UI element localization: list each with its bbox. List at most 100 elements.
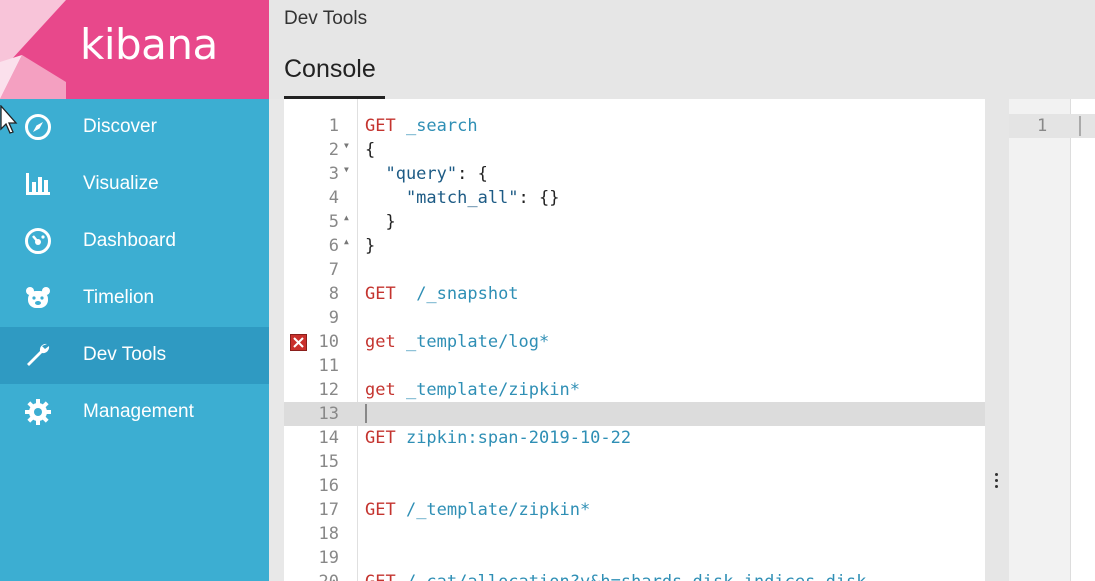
gear-icon bbox=[25, 399, 51, 425]
line-number: 18 bbox=[318, 524, 339, 544]
editor-line[interactable]: 15 bbox=[284, 450, 985, 474]
editor-line[interactable]: 19 bbox=[284, 546, 985, 570]
http-method: get bbox=[365, 332, 396, 352]
line-number: 11 bbox=[318, 356, 339, 376]
http-method: GET bbox=[365, 116, 396, 136]
kibana-logo-mark bbox=[0, 0, 66, 99]
line-number: 1 bbox=[328, 116, 339, 136]
editor-line[interactable]: 12 get _template/zipkin* bbox=[284, 378, 985, 402]
http-method: GET bbox=[365, 428, 396, 448]
editor-line[interactable]: 10 get _template/log* bbox=[284, 330, 985, 354]
sidebar-item-visualize[interactable]: Visualize bbox=[0, 156, 269, 213]
json-key: "query" bbox=[365, 164, 458, 184]
sidebar-nav: Discover Visualize Dashboard Timelion De… bbox=[0, 99, 269, 441]
code-text: : {} bbox=[518, 188, 560, 208]
kibana-logo[interactable]: kibana bbox=[0, 0, 269, 99]
editor-line[interactable]: 1 GET _search bbox=[284, 114, 985, 138]
request-path: _template/zipkin* bbox=[395, 380, 580, 400]
editor-line[interactable]: 9 bbox=[284, 306, 985, 330]
line-number: 5 bbox=[328, 212, 339, 232]
editor-line[interactable]: 6 ▲ } bbox=[284, 234, 985, 258]
output-line-current: 1 bbox=[1009, 114, 1095, 138]
wrench-icon bbox=[27, 343, 50, 366]
compass-icon bbox=[25, 114, 51, 140]
editor-line[interactable]: 18 bbox=[284, 522, 985, 546]
drag-dots-icon bbox=[995, 473, 999, 491]
editor-line[interactable]: 8 GET /_snapshot bbox=[284, 282, 985, 306]
http-method: GET bbox=[365, 572, 396, 581]
fold-toggle-icon[interactable]: ▲ bbox=[344, 213, 349, 222]
line-number: 9 bbox=[328, 308, 339, 328]
sidebar-item-dev-tools[interactable]: Dev Tools bbox=[0, 327, 269, 384]
sidebar-item-management[interactable]: Management bbox=[0, 384, 269, 441]
sidebar: kibana Discover Visualize Dashboard Time… bbox=[0, 0, 269, 581]
line-number: 6 bbox=[328, 236, 339, 256]
request-path: /_template/zipkin* bbox=[395, 500, 591, 520]
line-number: 17 bbox=[318, 500, 339, 520]
kibana-wordmark: kibana bbox=[80, 20, 218, 69]
breadcrumb: Dev Tools bbox=[284, 8, 368, 29]
line-number: 12 bbox=[318, 380, 339, 400]
editor-line[interactable]: 20 GET /_cat/allocation?v&h=shards,disk.… bbox=[284, 570, 985, 581]
sidebar-item-label: Dev Tools bbox=[83, 344, 167, 365]
sidebar-item-discover[interactable]: Discover bbox=[0, 99, 269, 156]
fold-toggle-icon[interactable]: ▼ bbox=[344, 165, 349, 174]
request-path: _template/log* bbox=[395, 332, 550, 352]
code-text: : { bbox=[457, 164, 488, 184]
page-header: Dev Tools Console bbox=[269, 0, 1095, 99]
pane-resize-handle[interactable] bbox=[985, 99, 1009, 581]
text-cursor bbox=[365, 404, 367, 423]
editor-line[interactable]: 4 "match_all": {} bbox=[284, 186, 985, 210]
timelion-bear-icon bbox=[26, 287, 50, 308]
sidebar-item-label: Visualize bbox=[83, 173, 159, 194]
dashboard-gauge-icon bbox=[25, 228, 51, 254]
http-method: get bbox=[365, 380, 396, 400]
fold-toggle-icon[interactable]: ▲ bbox=[344, 237, 349, 246]
text-cursor bbox=[1079, 116, 1081, 136]
editor-line[interactable]: 3 ▼ "query": { bbox=[284, 162, 985, 186]
editor-line[interactable]: 2 ▼ { bbox=[284, 138, 985, 162]
fold-toggle-icon[interactable]: ▼ bbox=[344, 141, 349, 150]
http-method: GET bbox=[365, 284, 396, 304]
code-text: { bbox=[365, 140, 376, 160]
bar-chart-icon bbox=[26, 173, 50, 195]
editor-line-current[interactable]: 13 bbox=[284, 402, 985, 426]
tab-console[interactable]: Console bbox=[284, 55, 376, 84]
editor-line[interactable]: 14 GET zipkin:span-2019-10-22 bbox=[284, 426, 985, 450]
sidebar-item-timelion[interactable]: Timelion bbox=[0, 270, 269, 327]
sidebar-item-label: Dashboard bbox=[83, 230, 176, 251]
editor-line[interactable]: 17 GET /_template/zipkin* bbox=[284, 498, 985, 522]
http-method: GET bbox=[365, 500, 396, 520]
sidebar-item-dashboard[interactable]: Dashboard bbox=[0, 213, 269, 270]
line-number: 7 bbox=[328, 260, 339, 280]
sidebar-item-label: Management bbox=[83, 401, 194, 422]
line-number: 20 bbox=[289, 572, 339, 581]
line-number: 4 bbox=[328, 188, 339, 208]
line-number: 8 bbox=[328, 284, 339, 304]
line-number: 1 bbox=[1037, 116, 1048, 136]
sidebar-item-label: Timelion bbox=[83, 287, 155, 308]
editor-line[interactable]: 7 bbox=[284, 258, 985, 282]
console-editor[interactable]: 1 GET _search 2 ▼ { 3 ▼ "query": { 4 "ma… bbox=[284, 99, 985, 581]
response-output-pane[interactable]: 1 bbox=[1009, 99, 1095, 581]
mouse-pointer-icon bbox=[0, 105, 18, 134]
code-text: } bbox=[365, 212, 396, 232]
request-path: /_snapshot bbox=[395, 284, 519, 304]
line-number: 15 bbox=[318, 452, 339, 472]
editor-line[interactable]: 5 ▲ } bbox=[284, 210, 985, 234]
line-number: 2 bbox=[328, 140, 339, 160]
request-path: _search bbox=[395, 116, 478, 136]
json-key: "match_all" bbox=[365, 188, 519, 208]
request-path: zipkin:span-2019-10-22 bbox=[395, 428, 632, 448]
request-path: /_cat/allocation?v&h=shards,disk.indices… bbox=[396, 572, 867, 581]
line-number: 19 bbox=[318, 548, 339, 568]
line-number: 14 bbox=[318, 428, 339, 448]
output-gutter bbox=[1009, 99, 1071, 581]
editor-line[interactable]: 16 bbox=[284, 474, 985, 498]
code-text: } bbox=[365, 236, 376, 256]
line-number: 13 bbox=[318, 404, 339, 424]
line-number: 10 bbox=[318, 332, 339, 352]
sidebar-item-label: Discover bbox=[83, 116, 157, 137]
editor-line[interactable]: 11 bbox=[284, 354, 985, 378]
line-number: 16 bbox=[318, 476, 339, 496]
